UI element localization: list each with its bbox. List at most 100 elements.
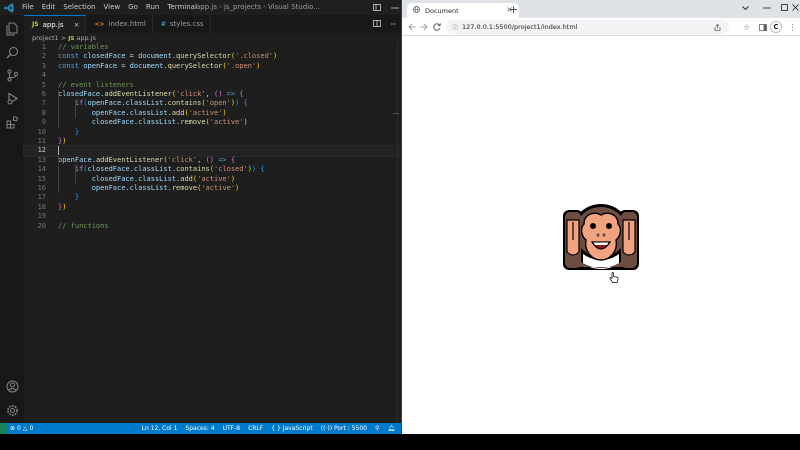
explorer-icon[interactable] xyxy=(2,19,22,39)
site-info-icon[interactable]: ⓘ xyxy=(452,23,458,32)
line-number: 5 xyxy=(41,80,46,89)
code-line[interactable]: 20 // functions xyxy=(24,222,401,231)
code-text: const openFace = document.querySelector(… xyxy=(58,61,261,70)
line-number: 19 xyxy=(37,212,46,221)
source-control-icon[interactable] xyxy=(2,65,22,85)
split-editor-icon[interactable] xyxy=(373,19,382,29)
line-number: 4 xyxy=(41,71,46,80)
code-line[interactable]: 5 // event listeners xyxy=(24,81,401,90)
status-right: Ln 12, Col 1 Spaces: 4 UTF-8 CRLF { } Ja… xyxy=(142,423,395,434)
code-line[interactable]: 16 openFace.classList.remove('active') xyxy=(24,184,401,193)
tab-search-icon[interactable] xyxy=(734,0,756,15)
browser-menu-icon[interactable]: ⋮ xyxy=(786,20,799,34)
line-number: 15 xyxy=(37,174,46,183)
live-server-port[interactable]: ((·)) Port : 5500 xyxy=(321,425,367,432)
cursor-position[interactable]: Ln 12, Col 1 xyxy=(142,425,178,432)
reload-icon[interactable] xyxy=(430,20,444,34)
code-line[interactable]: 14 if(closedFace.classList.contains('clo… xyxy=(24,165,401,174)
line-number: 1 xyxy=(41,43,46,51)
code-line[interactable]: 17 } xyxy=(24,193,401,202)
menu-item-selection[interactable]: Selection xyxy=(59,0,99,15)
breadcrumb-file[interactable]: app.js xyxy=(76,34,96,42)
tab-label: index.html xyxy=(108,20,146,28)
code-line[interactable]: 18}) xyxy=(24,203,401,212)
code-line[interactable]: 6 closedFace.addEventListener('click', ()… xyxy=(24,90,401,99)
tab-styles-css[interactable]: # styles.css xyxy=(153,15,211,33)
line-number: 7 xyxy=(41,99,46,108)
run-debug-icon[interactable] xyxy=(2,88,22,108)
remote-indicator-icon[interactable] xyxy=(0,423,7,434)
indent-guide xyxy=(58,90,59,128)
indentation[interactable]: Spaces: 4 xyxy=(185,425,214,432)
browser-window: Document × + ⓘ 127.0.0.1:5500/project1/i… xyxy=(401,0,800,434)
menu-item-view[interactable]: View xyxy=(100,0,125,15)
warning-count: 0 xyxy=(29,425,34,432)
page-viewport xyxy=(402,36,800,434)
hear-no-evil-monkey-emoji[interactable] xyxy=(562,200,640,278)
code-line[interactable]: 2 const closedFace = document.querySelect… xyxy=(24,52,401,61)
indent-guide xyxy=(58,155,59,194)
problems-indicator[interactable]: ⊗ 0 △ 0 xyxy=(10,425,33,432)
scrollbar-slider[interactable] xyxy=(393,113,399,114)
tab-index-html[interactable]: <> index.html xyxy=(86,15,153,33)
profile-avatar[interactable]: C xyxy=(770,21,782,33)
share-icon[interactable] xyxy=(711,20,724,34)
editor-actions: ··· xyxy=(373,15,396,33)
menu-item-edit[interactable]: Edit xyxy=(38,0,60,15)
indent-guide xyxy=(75,165,76,184)
close-tab-icon[interactable]: × xyxy=(74,21,80,29)
desktop-bottom-strip xyxy=(0,434,800,450)
menu-item-run[interactable]: Run xyxy=(142,0,163,15)
breadcrumb-folder[interactable]: project1 xyxy=(32,34,59,42)
close-window-icon[interactable] xyxy=(788,0,800,15)
accounts-icon[interactable] xyxy=(2,376,22,396)
notifications-bell-icon[interactable]: 🔔︎ xyxy=(387,425,395,432)
line-number: 14 xyxy=(37,165,46,174)
code-line[interactable]: 4 xyxy=(24,71,401,80)
code-line[interactable]: 8 openFace.classList.add('active') xyxy=(24,109,401,118)
error-icon: ⊗ xyxy=(10,425,16,432)
language-mode[interactable]: { } JavaScript xyxy=(271,425,313,432)
code-line[interactable]: 10 } xyxy=(24,128,401,137)
code-line[interactable]: 11}) xyxy=(24,137,401,146)
line-ending[interactable]: CRLF xyxy=(248,425,263,432)
code-line[interactable]: 1 // variables xyxy=(24,43,401,52)
code-line[interactable]: 13 openFace.addEventListener('click', () … xyxy=(24,156,401,165)
code-text: } xyxy=(74,193,80,202)
line-number: 20 xyxy=(37,221,46,230)
line-number: 18 xyxy=(37,202,46,211)
code-text: closedFace.addEventListener('click', () … xyxy=(58,90,244,98)
code-line[interactable]: 19 xyxy=(24,212,401,221)
forward-arrow-icon[interactable] xyxy=(417,20,431,34)
more-actions-icon[interactable]: ··· xyxy=(390,20,396,29)
sidebar-icon[interactable] xyxy=(756,20,769,34)
code-line[interactable]: 15 closedFace.classList.add('active') xyxy=(24,175,401,184)
tab-app-js[interactable]: JS app.js × xyxy=(24,15,87,33)
code-text: }) xyxy=(58,137,67,145)
code-text: }) xyxy=(58,202,67,211)
code-editor[interactable]: 1 // variables 2 const closedFace = documen… xyxy=(23,43,402,423)
menu-item-file[interactable]: File xyxy=(18,0,38,15)
code-line[interactable]: 3 const openFace = document.querySelector… xyxy=(24,62,401,71)
status-bar: ⊗ 0 △ 0 Ln 12, Col 1 Spaces: 4 UTF-8 CRL… xyxy=(0,423,401,434)
search-icon[interactable] xyxy=(2,42,22,62)
feedback-icon[interactable]: ⚲ xyxy=(375,425,379,432)
code-text: // variables xyxy=(58,43,109,51)
browser-tab[interactable]: Document × xyxy=(407,3,519,18)
extensions-icon[interactable] xyxy=(2,112,22,132)
code-line[interactable]: 9 closedFace.classList.remove('active') xyxy=(24,118,401,127)
line-number: 17 xyxy=(37,193,46,202)
bookmark-star-icon[interactable]: ☆ xyxy=(740,20,753,34)
encoding[interactable]: UTF-8 xyxy=(223,425,241,432)
code-line[interactable]: 7 if(openFace.classList.contains('open')… xyxy=(24,99,401,108)
new-tab-button[interactable]: + xyxy=(509,3,518,17)
settings-gear-icon[interactable] xyxy=(2,400,22,420)
breadcrumb: project1 > JS app.js xyxy=(24,33,401,43)
menu-item-go[interactable]: Go xyxy=(124,0,142,15)
hand-pointer-cursor-icon xyxy=(609,272,619,283)
line-number: 16 xyxy=(37,184,46,192)
address-bar[interactable]: ⓘ 127.0.0.1:5500/project1/index.html xyxy=(446,20,729,34)
code-text: closedFace.classList.add('active') xyxy=(91,174,236,183)
broadcast-icon: ((·)) xyxy=(320,425,333,432)
code-line[interactable]: 12 xyxy=(23,145,402,157)
